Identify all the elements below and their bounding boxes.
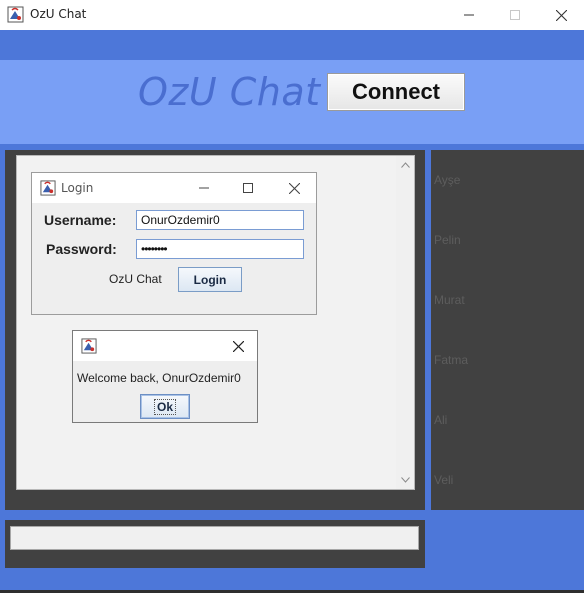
- chat-scrollbar[interactable]: [396, 156, 414, 489]
- user-list-item[interactable]: Ali: [434, 413, 447, 427]
- minimize-icon: [464, 14, 474, 16]
- login-maximize-button[interactable]: [226, 173, 270, 203]
- user-list-item[interactable]: Ayşe: [434, 173, 460, 187]
- login-title: Login: [61, 181, 94, 195]
- minimize-button[interactable]: [446, 0, 492, 30]
- users-panel: [431, 150, 584, 510]
- message-input[interactable]: [10, 526, 419, 550]
- login-close-button[interactable]: [272, 173, 316, 203]
- ok-button[interactable]: Ok: [140, 394, 190, 419]
- maximize-icon: [510, 10, 520, 20]
- java-app-icon: [7, 6, 24, 23]
- java-app-icon: [81, 338, 97, 354]
- main-titlebar[interactable]: OzU Chat: [0, 0, 584, 30]
- user-list-item[interactable]: Murat: [434, 293, 465, 307]
- maximize-icon: [243, 183, 253, 193]
- welcome-close-button[interactable]: [219, 331, 257, 361]
- top-band: [0, 30, 584, 60]
- username-label: Username:: [44, 212, 117, 228]
- ok-button-label: Ok: [153, 398, 176, 415]
- login-caption: OzU Chat: [109, 272, 162, 286]
- brand-title: OzU Chat: [138, 70, 321, 114]
- password-field[interactable]: ••••••••: [136, 239, 304, 259]
- login-button[interactable]: Login: [178, 267, 242, 292]
- login-dialog: Login Username: OnurOzdemir0 Password: •…: [31, 172, 317, 315]
- welcome-message: Welcome back, OnurOzdemir0: [77, 371, 241, 385]
- close-button[interactable]: [538, 0, 584, 30]
- welcome-titlebar[interactable]: [73, 331, 257, 361]
- chevron-down-icon: [400, 477, 410, 483]
- user-list-item[interactable]: Pelin: [434, 233, 461, 247]
- connect-button[interactable]: Connect: [327, 73, 465, 111]
- welcome-dialog: Welcome back, OnurOzdemir0 Ok: [72, 330, 258, 423]
- user-list-item[interactable]: Fatma: [434, 353, 468, 367]
- scroll-up-arrow[interactable]: [396, 156, 414, 174]
- window-title: OzU Chat: [30, 7, 87, 21]
- username-field[interactable]: OnurOzdemir0: [136, 210, 304, 230]
- maximize-button[interactable]: [492, 0, 538, 30]
- login-titlebar[interactable]: Login: [32, 173, 316, 203]
- chevron-up-icon: [400, 162, 410, 168]
- java-app-icon: [40, 180, 56, 196]
- scroll-down-arrow[interactable]: [396, 471, 414, 489]
- minimize-icon: [199, 187, 209, 189]
- close-icon: [288, 182, 300, 194]
- user-list-item[interactable]: Veli: [434, 473, 453, 487]
- login-minimize-button[interactable]: [182, 173, 226, 203]
- close-icon: [232, 340, 244, 352]
- password-label: Password:: [46, 241, 117, 257]
- close-icon: [555, 9, 567, 21]
